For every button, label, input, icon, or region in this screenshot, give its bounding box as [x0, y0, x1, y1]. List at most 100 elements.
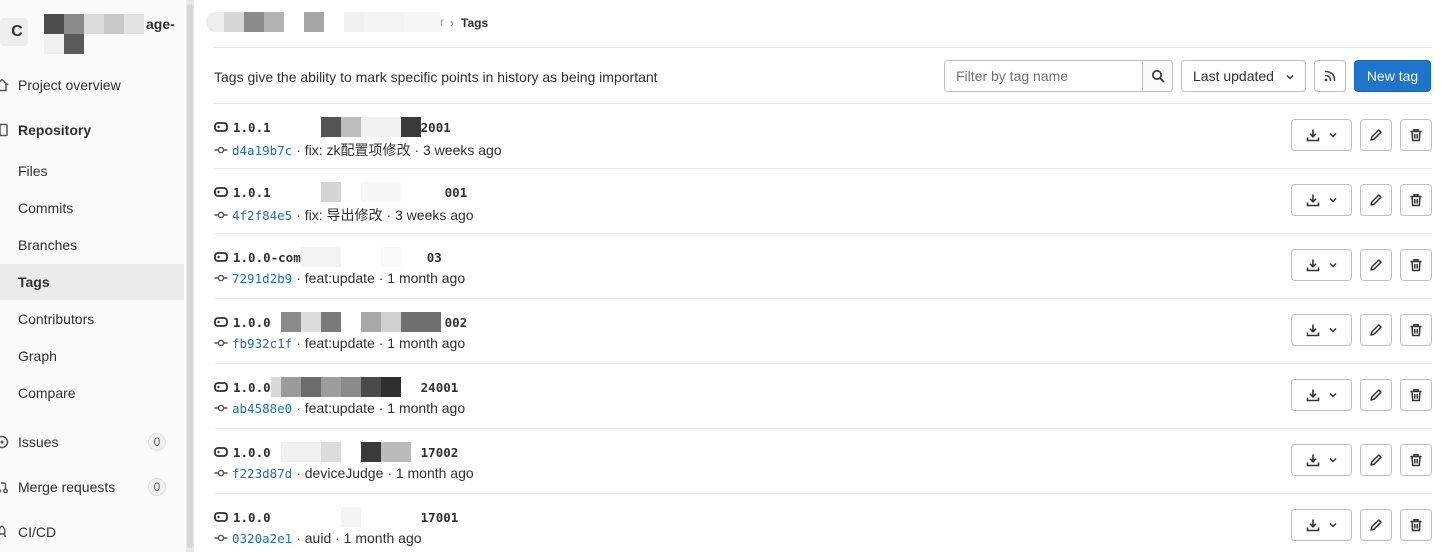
- commit-sha-link[interactable]: 7291d2b9: [232, 271, 292, 286]
- delete-tag-button[interactable]: [1400, 314, 1432, 346]
- download-button[interactable]: [1291, 184, 1352, 216]
- redacted-block: [124, 14, 144, 34]
- edit-release-notes-button[interactable]: [1360, 119, 1392, 151]
- project-header[interactable]: C age-: [0, 10, 184, 56]
- pencil-icon: [1370, 259, 1382, 271]
- tag-name[interactable]: 1.0.1 001: [214, 182, 467, 202]
- redacted-block: [104, 14, 124, 34]
- sidebar-item-branches[interactable]: Branches: [0, 227, 184, 263]
- sidebar-item-contributors[interactable]: Contributors: [0, 301, 184, 337]
- delete-tag-button[interactable]: [1400, 119, 1432, 151]
- redacted-block: [360, 442, 381, 462]
- project-name[interactable]: age-: [146, 16, 175, 32]
- trash-icon: [1410, 454, 1422, 467]
- download-button[interactable]: [1291, 314, 1352, 346]
- redacted-block: [320, 182, 341, 202]
- sidebar-item-tags[interactable]: Tags: [0, 264, 184, 300]
- trash-icon: [1410, 389, 1422, 402]
- nav-merge-requests[interactable]: Merge requests 0: [0, 469, 184, 505]
- commit-sha-link[interactable]: ab4588e0: [232, 401, 292, 416]
- tag-name-end: 002: [444, 314, 468, 330]
- sidebar-item-commits[interactable]: Commits: [0, 190, 184, 226]
- redacted-block: [380, 247, 401, 267]
- pencil-icon: [1370, 324, 1382, 336]
- sort-dropdown[interactable]: Last updated: [1181, 60, 1306, 92]
- nav-issues[interactable]: Issues 0: [0, 424, 184, 460]
- redacted-block: [64, 34, 84, 54]
- edit-release-notes-button[interactable]: [1360, 249, 1392, 281]
- download-button[interactable]: [1291, 249, 1352, 281]
- commit-sha-link[interactable]: 4f2f84e5: [232, 208, 292, 223]
- tag-name-redacted: [270, 377, 421, 397]
- home-icon: [0, 77, 10, 93]
- redacted-block: [300, 312, 321, 332]
- nav-cicd[interactable]: CI/CD: [0, 514, 184, 550]
- edit-release-notes-button[interactable]: [1360, 509, 1392, 541]
- nav-label: Merge requests: [18, 479, 116, 495]
- tag-name-end: 001: [444, 184, 468, 200]
- tag-row: 1.0.0-com 03 7291d2b9 · feat:update · 1 …: [214, 234, 1432, 299]
- tag-name-start: 1.0.1: [233, 119, 271, 135]
- delete-tag-button[interactable]: [1400, 509, 1432, 541]
- delete-tag-button[interactable]: [1400, 379, 1432, 411]
- tag-filter: [944, 60, 1173, 92]
- download-button[interactable]: [1291, 379, 1352, 411]
- redacted-block: [340, 377, 361, 397]
- breadcrumb-current[interactable]: Tags: [461, 16, 488, 30]
- commit-sha-link[interactable]: 0320a2e1: [232, 531, 292, 546]
- tag-name[interactable]: 1.0.0 002: [214, 312, 467, 332]
- tag-icon: [214, 447, 228, 457]
- tag-name[interactable]: 1.0.1 2001: [214, 117, 451, 137]
- download-button[interactable]: [1291, 444, 1352, 476]
- edit-release-notes-button[interactable]: [1360, 379, 1392, 411]
- edit-release-notes-button[interactable]: [1360, 184, 1392, 216]
- delete-tag-button[interactable]: [1400, 444, 1432, 476]
- commit-sha-link[interactable]: f223d87d: [232, 466, 292, 481]
- edit-release-notes-button[interactable]: [1360, 314, 1392, 346]
- tag-name-redacted: [271, 507, 421, 527]
- download-button[interactable]: [1291, 509, 1352, 541]
- tag-name[interactable]: 1.0.0 24001: [214, 377, 458, 397]
- download-button[interactable]: [1291, 119, 1352, 151]
- commit-message: · auid · 1 month ago: [296, 530, 422, 546]
- tag-name[interactable]: 1.0.0 17002: [214, 442, 458, 462]
- tag-name[interactable]: 1.0.0 17001: [214, 507, 458, 527]
- filter-by-tag-name-input[interactable]: [945, 61, 1142, 91]
- delete-tag-button[interactable]: [1400, 184, 1432, 216]
- commit-sha-link[interactable]: fb932c1f: [232, 336, 292, 351]
- chevron-down-icon: [1286, 74, 1294, 80]
- breadcrumb-redacted[interactable]: r: [206, 12, 448, 34]
- redacted-block: [280, 442, 321, 462]
- nav-repository[interactable]: Repository: [0, 112, 184, 148]
- commit-line: f223d87d · deviceJudge · 1 month ago: [214, 465, 474, 481]
- tag-icon: [214, 187, 228, 197]
- redacted-block: [360, 312, 381, 332]
- issues-icon: [0, 434, 10, 450]
- download-icon: [1306, 389, 1319, 402]
- sidebar-item-files[interactable]: Files: [0, 153, 184, 189]
- commit-icon: [214, 274, 228, 282]
- redacted-block: [400, 312, 441, 332]
- new-tag-button[interactable]: New tag: [1354, 60, 1431, 92]
- project-avatar[interactable]: C: [0, 18, 28, 46]
- sidebar-item-compare[interactable]: Compare: [0, 375, 184, 411]
- tag-icon: [214, 382, 228, 392]
- edit-release-notes-button[interactable]: [1360, 444, 1392, 476]
- filter-search-button[interactable]: [1142, 61, 1172, 91]
- sidebar-item-graph[interactable]: Graph: [0, 338, 184, 374]
- book-icon: [0, 122, 10, 138]
- tag-name[interactable]: 1.0.0-com 03: [214, 247, 442, 267]
- commit-icon: [214, 339, 228, 347]
- delete-tag-button[interactable]: [1400, 249, 1432, 281]
- tag-name-end: 2001: [420, 119, 451, 135]
- commit-icon: [214, 469, 228, 477]
- rss-icon: [1324, 70, 1336, 82]
- tag-name-start: 1.0.0: [233, 509, 271, 525]
- sidebar-scrollbar-thumb[interactable]: [187, 4, 193, 548]
- rss-button[interactable]: [1314, 60, 1346, 92]
- trash-icon: [1410, 129, 1422, 142]
- commit-line: 0320a2e1 · auid · 1 month ago: [214, 530, 422, 546]
- chevron-down-icon: [1328, 522, 1337, 528]
- nav-project-overview[interactable]: Project overview: [0, 67, 184, 103]
- commit-sha-link[interactable]: d4a19b7c: [232, 143, 292, 158]
